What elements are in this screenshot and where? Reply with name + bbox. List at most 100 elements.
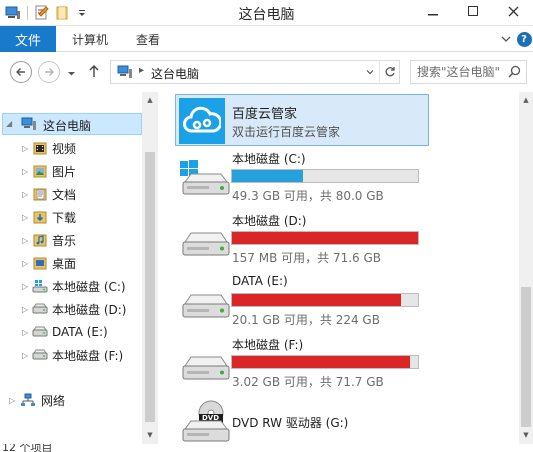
nav-item-label: 音乐: [52, 233, 77, 248]
nav-item-network[interactable]: ▷ 网络: [0, 389, 142, 411]
drive-tile-d[interactable]: 本地磁盘 (D:) 157 MB 可用，共 71.6 GB: [175, 212, 435, 268]
expand-arrow-icon[interactable]: ▷: [22, 351, 28, 360]
close-button[interactable]: [493, 0, 533, 22]
address-dropdown-button[interactable]: [363, 64, 377, 80]
search-icon[interactable]: [508, 65, 521, 81]
nav-item-label: 视频: [52, 141, 77, 156]
nav-item-this-pc[interactable]: ◢ 这台电脑: [2, 113, 142, 135]
up-button[interactable]: [88, 64, 100, 81]
collapse-arrow-icon[interactable]: ◢: [6, 119, 12, 128]
nav-item-videos[interactable]: ▷ 视频: [0, 137, 142, 159]
drive-icon: [32, 324, 48, 340]
app-description: 双击运行百度云管家: [232, 125, 341, 139]
nav-item-drive-f[interactable]: ▷ 本地磁盘 (F:): [0, 344, 142, 366]
nav-item-desktop[interactable]: ▷ 桌面: [0, 252, 142, 274]
system-drive-icon: [177, 158, 231, 202]
nav-item-label: DATA (E:): [52, 325, 108, 339]
navigation-bar: ▸ 这台电脑: [0, 52, 533, 92]
close-icon: [508, 6, 518, 16]
expand-arrow-icon[interactable]: ▷: [22, 144, 28, 153]
dvd-label: DVD: [202, 414, 220, 422]
expand-arrow-icon[interactable]: ▷: [9, 396, 15, 405]
content-pane: 百度云管家 双击运行百度云管家 本地磁盘 (C:) 49.3 GB 可用，共 8…: [162, 92, 518, 444]
search-input[interactable]: [417, 64, 505, 80]
baidu-cloud-tile[interactable]: 百度云管家 双击运行百度云管家: [175, 94, 429, 146]
drive-tile-c[interactable]: 本地磁盘 (C:) 49.3 GB 可用，共 80.0 GB: [175, 150, 435, 206]
forward-button[interactable]: [38, 61, 60, 83]
usage-bar: [231, 355, 419, 369]
breadcrumb-this-pc[interactable]: 这台电脑: [151, 65, 199, 82]
nav-item-drive-d[interactable]: ▷ 本地磁盘 (D:): [0, 298, 142, 320]
tab-file[interactable]: 文件: [0, 26, 56, 52]
nav-item-label: 桌面: [52, 256, 77, 271]
computer-icon: [21, 116, 37, 132]
chevron-down-icon: [501, 36, 511, 42]
refresh-icon: [385, 67, 395, 77]
drive-icon: [32, 301, 48, 317]
dvd-drive-tile[interactable]: DVD DVD RW 驱动器 (G:): [175, 397, 435, 445]
breadcrumb-separator-icon[interactable]: ▸: [139, 65, 144, 76]
title-bar: 这台电脑: [0, 0, 533, 26]
usage-bar-fill: [232, 294, 402, 306]
help-button[interactable]: ?: [516, 31, 532, 47]
forward-arrow-icon: [45, 68, 54, 76]
minimize-icon: [428, 14, 438, 16]
nav-scrollbar-thumb[interactable]: [145, 152, 155, 422]
ribbon-bar: 文件 计算机 查看 ?: [0, 26, 533, 52]
search-box[interactable]: [410, 60, 527, 84]
nav-item-label: 网络: [41, 393, 66, 408]
nav-item-pictures[interactable]: ▷ 图片: [0, 160, 142, 182]
expand-arrow-icon[interactable]: ▷: [22, 282, 28, 291]
documents-folder-icon: [32, 186, 48, 202]
nav-item-label: 本地磁盘 (C:): [52, 279, 126, 294]
scroll-up-arrow-icon[interactable]: ▲: [519, 93, 533, 107]
nav-item-label: 下载: [52, 210, 77, 225]
scroll-up-arrow-icon[interactable]: ▲: [143, 93, 157, 107]
expand-arrow-icon[interactable]: ▷: [22, 259, 28, 268]
nav-item-drive-e[interactable]: ▷ DATA (E:): [0, 321, 142, 343]
nav-item-drive-c[interactable]: ▷ 本地磁盘 (C:): [0, 275, 142, 297]
system-drive-icon: [32, 278, 48, 294]
pictures-folder-icon: [32, 163, 48, 179]
drive-icon: [177, 282, 231, 326]
maximize-button[interactable]: [453, 0, 493, 22]
nav-item-documents[interactable]: ▷ 文档: [0, 183, 142, 205]
nav-scrollbar[interactable]: ▲ ▼: [142, 92, 158, 444]
tab-view[interactable]: 查看: [136, 26, 160, 52]
content-scrollbar[interactable]: ▲ ▼: [519, 92, 533, 444]
expand-arrow-icon[interactable]: ▷: [22, 213, 28, 222]
scroll-down-arrow-icon[interactable]: ▼: [519, 428, 533, 442]
tab-computer[interactable]: 计算机: [72, 26, 108, 52]
nav-item-label: 本地磁盘 (D:): [52, 302, 127, 317]
nav-item-label: 图片: [52, 164, 77, 179]
expand-arrow-icon[interactable]: ▷: [22, 236, 28, 245]
dvd-drive-name: DVD RW 驱动器 (G:): [232, 416, 349, 430]
dvd-drive-icon: DVD: [177, 399, 231, 448]
minimize-button[interactable]: [413, 0, 453, 22]
nav-root-label: 这台电脑: [43, 119, 92, 133]
item-count: 12 个项目: [2, 444, 53, 452]
expand-arrow-icon[interactable]: ▷: [22, 305, 28, 314]
scroll-down-arrow-icon[interactable]: ▼: [143, 428, 157, 442]
refresh-button[interactable]: [379, 62, 399, 82]
downloads-folder-icon: [32, 209, 48, 225]
drive-tile-e[interactable]: DATA (E:) 20.1 GB 可用，共 224 GB: [175, 274, 435, 330]
usage-bar: [231, 231, 419, 245]
usage-bar: [231, 293, 419, 307]
recent-locations-button[interactable]: [67, 67, 76, 81]
nav-item-downloads[interactable]: ▷ 下载: [0, 206, 142, 228]
expand-arrow-icon[interactable]: ▷: [22, 328, 28, 337]
drive-tile-f[interactable]: 本地磁盘 (F:) 3.02 GB 可用，共 71.7 GB: [175, 336, 435, 392]
usage-bar-fill: [232, 356, 411, 368]
expand-ribbon-button[interactable]: [498, 31, 514, 47]
content-scrollbar-thumb[interactable]: [521, 287, 531, 427]
help-icon: ?: [516, 31, 532, 47]
expand-arrow-icon[interactable]: ▷: [22, 190, 28, 199]
nav-item-music[interactable]: ▷ 音乐: [0, 229, 142, 251]
address-bar[interactable]: ▸ 这台电脑: [110, 60, 400, 84]
music-folder-icon: [32, 232, 48, 248]
expand-arrow-icon[interactable]: ▷: [22, 167, 28, 176]
drive-name: 本地磁盘 (F:): [232, 338, 304, 352]
network-icon: [20, 392, 36, 408]
back-button[interactable]: [10, 61, 32, 83]
